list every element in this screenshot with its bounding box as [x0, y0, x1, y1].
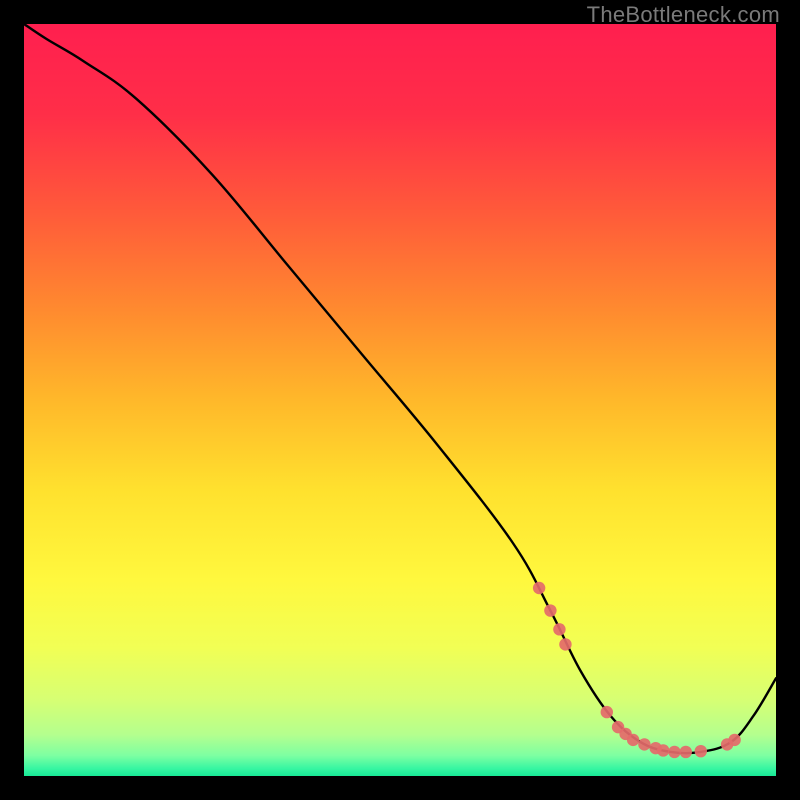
highlight-point [680, 746, 692, 758]
highlight-point [544, 604, 556, 616]
highlight-point [657, 744, 669, 756]
chart-svg [24, 24, 776, 776]
highlight-point [668, 746, 680, 758]
highlight-point [627, 734, 639, 746]
highlight-point [559, 638, 571, 650]
chart-plot-area [24, 24, 776, 776]
highlight-point [601, 706, 613, 718]
chart-stage: TheBottleneck.com [0, 0, 800, 800]
highlight-point [533, 582, 545, 594]
highlight-point [695, 745, 707, 757]
highlight-point [728, 734, 740, 746]
highlight-point [638, 738, 650, 750]
watermark-text: TheBottleneck.com [587, 2, 780, 28]
highlight-point [553, 623, 565, 635]
